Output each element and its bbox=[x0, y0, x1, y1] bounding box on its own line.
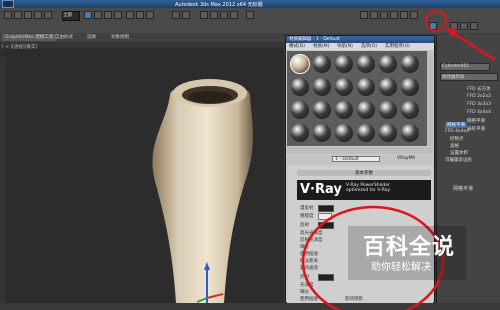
sample-slot[interactable] bbox=[401, 78, 419, 96]
sample-slot[interactable] bbox=[379, 78, 397, 96]
sample-slot[interactable] bbox=[379, 55, 397, 73]
modifier-button-ffd-2x2x2[interactable]: FFD 2x2x2 bbox=[467, 94, 491, 99]
sample-slot[interactable] bbox=[335, 124, 353, 142]
scale-icon[interactable] bbox=[146, 11, 154, 19]
select-by-name-icon[interactable] bbox=[94, 11, 102, 19]
selection-filter-dropdown[interactable]: 全部 bbox=[62, 11, 80, 21]
tab-selection[interactable]: 选择 bbox=[84, 34, 99, 41]
sample-slot[interactable] bbox=[291, 101, 309, 119]
stack-item-set-volume[interactable]: 设置体积 bbox=[450, 150, 468, 156]
tab-freeform[interactable]: 自由形式 bbox=[52, 34, 76, 41]
viewport-header bbox=[0, 42, 284, 48]
rotate-icon[interactable] bbox=[136, 11, 144, 19]
window-crossing-icon[interactable] bbox=[114, 11, 122, 19]
sample-slot[interactable] bbox=[401, 101, 419, 119]
menu-mode[interactable]: 模式(D) bbox=[289, 43, 305, 49]
stack-item-control-points[interactable]: 控制点 bbox=[450, 136, 464, 142]
sample-slot[interactable] bbox=[379, 101, 397, 119]
tab-object-paint[interactable]: 对象绘制 bbox=[108, 34, 132, 41]
menu-material[interactable]: 材质(M) bbox=[313, 43, 329, 49]
rollout-title[interactable]: 网格平滑 bbox=[453, 185, 473, 192]
modifier-button-ffd-3x3x3[interactable]: FFD 3x3x3 bbox=[467, 102, 491, 107]
sample-slots bbox=[287, 51, 427, 146]
spinner-snap-icon[interactable] bbox=[230, 11, 238, 19]
snap-icon[interactable] bbox=[200, 11, 208, 19]
sample-slot[interactable] bbox=[379, 124, 397, 142]
sample-slot[interactable] bbox=[313, 101, 331, 119]
link-icon[interactable] bbox=[24, 11, 32, 19]
layer-manager-icon[interactable] bbox=[380, 11, 388, 19]
select-icon[interactable] bbox=[84, 11, 92, 19]
named-selection-icon[interactable] bbox=[246, 11, 254, 19]
basic-params-rollout[interactable]: 基本参数 bbox=[297, 170, 431, 176]
stack-item-ffd[interactable]: FFD 4x4x4 bbox=[445, 129, 469, 134]
material-name-field[interactable]: 1 - Default bbox=[332, 156, 380, 162]
transform-gizmo[interactable] bbox=[195, 260, 225, 303]
modifier-button-ffd-box[interactable]: FFD 长方体 bbox=[467, 86, 491, 92]
vray-logo: V·Ray bbox=[300, 182, 342, 197]
angle-snap-icon[interactable] bbox=[210, 11, 218, 19]
modifier-button-ffd-4x4x4[interactable]: FFD 4x4x4 bbox=[467, 110, 491, 115]
material-editor-menu: 模式(D) 材质(M) 导航(N) 选项(O) 实用程序(U) bbox=[286, 43, 434, 50]
sample-slot[interactable] bbox=[335, 101, 353, 119]
material-editor-title: 材质编辑器 - 1 - Default bbox=[286, 36, 434, 43]
sample-slot[interactable] bbox=[291, 78, 309, 96]
move-icon[interactable] bbox=[126, 11, 134, 19]
curve-editor-icon[interactable] bbox=[400, 11, 408, 19]
watermark-title: 百科全说 bbox=[363, 235, 456, 260]
pivot-icon[interactable] bbox=[172, 11, 180, 19]
manipulate-icon[interactable] bbox=[182, 11, 190, 19]
tab-graphite[interactable]: GraphiteMax 建模工具 bbox=[2, 34, 57, 41]
sample-slot[interactable] bbox=[335, 78, 353, 96]
window-title: Autodesk 3ds Max 2012 x64 无标题 bbox=[175, 2, 263, 8]
schematic-view-icon[interactable] bbox=[410, 11, 418, 19]
graphite-toggle-icon[interactable] bbox=[390, 11, 398, 19]
redo-icon[interactable] bbox=[14, 11, 22, 19]
stack-item-meshsmooth[interactable]: 网格平滑 bbox=[445, 122, 467, 128]
percent-snap-icon[interactable] bbox=[220, 11, 228, 19]
sample-slot[interactable] bbox=[357, 55, 375, 73]
red-arrow bbox=[446, 28, 496, 62]
sample-slot[interactable] bbox=[357, 78, 375, 96]
unlink-icon[interactable] bbox=[34, 11, 42, 19]
sample-slot[interactable] bbox=[401, 124, 419, 142]
modifier-button-turbosmooth[interactable]: 涡轮平滑 bbox=[467, 126, 485, 132]
sample-slot[interactable] bbox=[291, 124, 309, 142]
material-editor-toolbar bbox=[287, 147, 433, 154]
app-menu-button[interactable] bbox=[2, 0, 14, 8]
viewport-side-strip bbox=[0, 57, 6, 303]
undo-icon[interactable] bbox=[4, 11, 12, 19]
mirror-icon[interactable] bbox=[360, 11, 368, 19]
stack-item-editable-poly[interactable]: 可编辑多边形 bbox=[445, 157, 472, 163]
sample-slot[interactable] bbox=[357, 124, 375, 142]
vray-banner-text: V-Ray PowerShader optimized for V-Ray bbox=[346, 183, 391, 193]
align-icon[interactable] bbox=[370, 11, 378, 19]
sample-slot[interactable] bbox=[313, 78, 331, 96]
menu-options[interactable]: 选项(O) bbox=[361, 43, 377, 49]
sample-slot-side-toolbar bbox=[427, 51, 433, 146]
sample-slot[interactable] bbox=[290, 54, 310, 74]
bind-icon[interactable] bbox=[44, 11, 52, 19]
sample-slot[interactable] bbox=[335, 55, 353, 73]
sample-slot[interactable] bbox=[313, 55, 331, 73]
stack-item-lattice[interactable]: 晶格 bbox=[450, 143, 459, 149]
modifier-button-meshsmooth[interactable]: 网格平滑 bbox=[467, 118, 485, 124]
sample-slot[interactable] bbox=[401, 55, 419, 73]
menu-utilities[interactable]: 实用程序(U) bbox=[385, 43, 410, 49]
sample-slot[interactable] bbox=[357, 101, 375, 119]
material-type-button[interactable]: VRayMtl bbox=[397, 156, 427, 162]
viewport-label[interactable]: [ + ][透视][真实] bbox=[2, 44, 37, 50]
menu-navigation[interactable]: 导航(N) bbox=[337, 43, 353, 49]
sample-slot[interactable] bbox=[313, 124, 331, 142]
rect-select-icon[interactable] bbox=[104, 11, 112, 19]
watermark-subtitle: 助你轻松解决 bbox=[371, 262, 431, 273]
